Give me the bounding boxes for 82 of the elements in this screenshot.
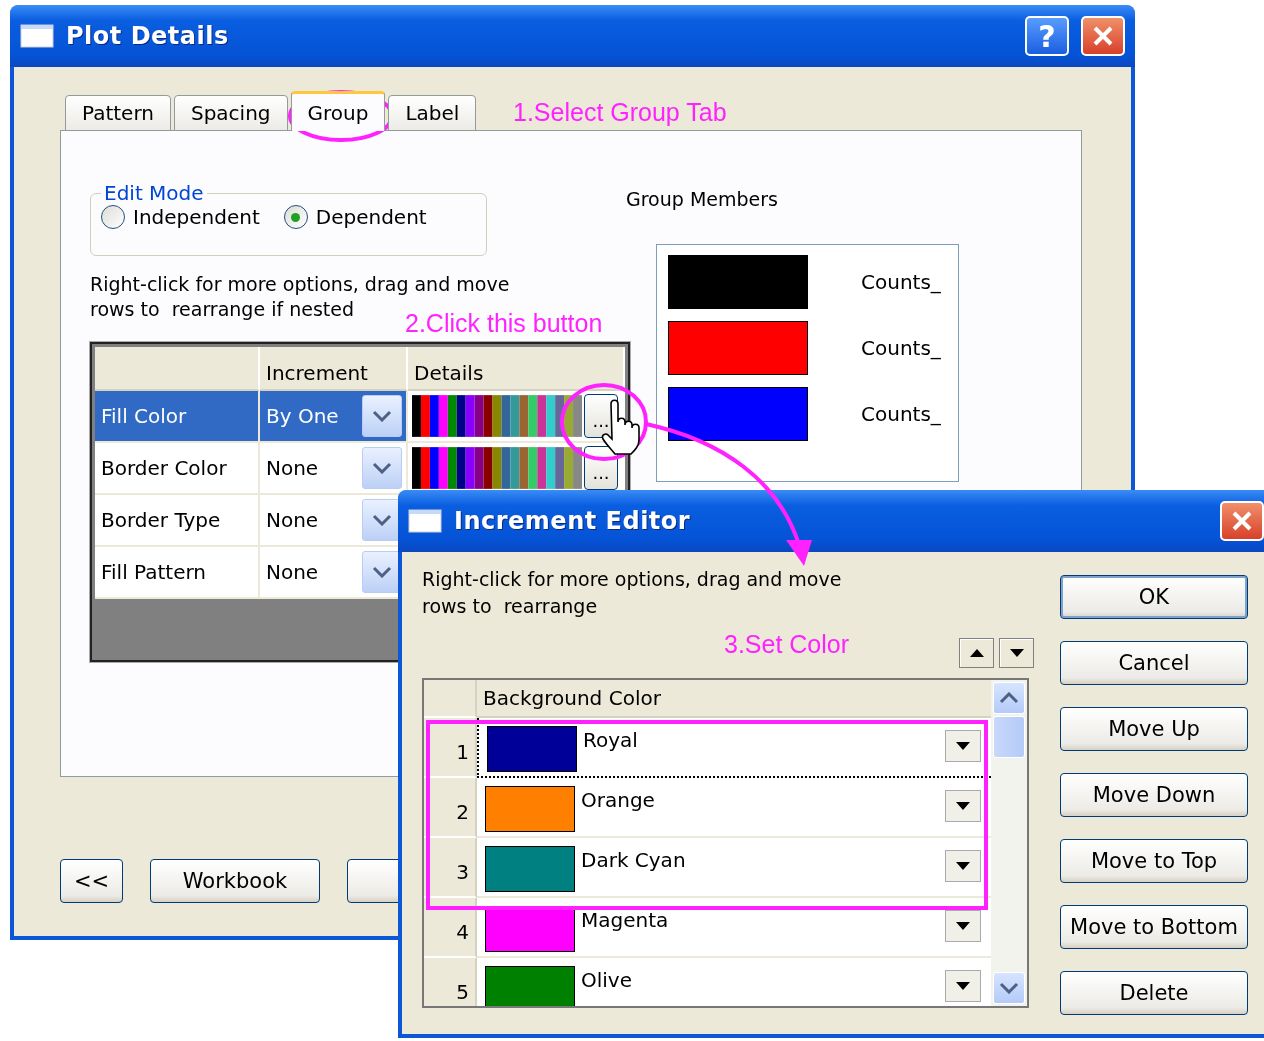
radio-option[interactable]: Dependent: [283, 205, 427, 229]
radio-option[interactable]: Independent: [101, 205, 260, 229]
tab[interactable]: Label: [388, 95, 477, 131]
color-name: Olive: [581, 967, 633, 992]
dialog-button[interactable]: Workbook: [150, 859, 320, 903]
dialog-button[interactable]: Move Up: [1060, 707, 1248, 751]
member-name: Counts_: [861, 336, 941, 360]
caret-down-icon: [956, 742, 970, 750]
increment-dropdown[interactable]: None: [260, 443, 408, 495]
hint-text: Right-click for more options, drag and move rows to rearrange: [422, 567, 842, 619]
window-icon: [408, 509, 442, 533]
group-members-label: Group Members: [626, 188, 779, 210]
dropdown-button[interactable]: [945, 910, 981, 942]
color-name: Royal: [583, 727, 639, 752]
column-header: Background Color: [477, 680, 991, 718]
increment-dropdown[interactable]: By One: [260, 391, 408, 443]
help-button[interactable]: ?: [1025, 16, 1069, 56]
chevron-down-icon: [372, 514, 392, 526]
member-name: Counts_: [861, 270, 941, 294]
scrollbar[interactable]: [991, 680, 1027, 1006]
scroll-thumb[interactable]: [993, 716, 1025, 758]
grid-row[interactable]: 2 Orange: [424, 778, 991, 838]
color-name: Orange: [581, 787, 656, 812]
chevron-down-icon: [999, 982, 1019, 994]
grid-row[interactable]: 3 Dark Cyan: [424, 838, 991, 898]
grid-row[interactable]: Fill Color By One ...: [95, 391, 625, 443]
move-down-button[interactable]: [999, 638, 1034, 668]
dropdown-button[interactable]: [945, 730, 981, 762]
window-icon: [20, 24, 54, 48]
dialog-button[interactable]: Move to Top: [1060, 839, 1248, 883]
annotation-text: 3.Set Color: [724, 630, 850, 659]
annotation-text: 1.Select Group Tab: [513, 98, 727, 127]
move-up-button[interactable]: [959, 638, 994, 668]
table-cell: Fill Pattern: [95, 547, 260, 599]
row-number: 3: [424, 838, 477, 898]
row-number: 2: [424, 778, 477, 838]
table-cell: Border Type: [95, 495, 260, 547]
dialog-button[interactable]: Cancel: [1060, 641, 1248, 685]
tab[interactable]: Spacing: [173, 95, 288, 131]
caret-down-icon: [956, 922, 970, 930]
color-name: Magenta: [581, 907, 670, 932]
dialog-button[interactable]: Delete: [1060, 971, 1248, 1015]
dialog-button[interactable]: <<: [60, 859, 123, 903]
close-icon: [1092, 25, 1114, 47]
member-name: Counts_: [861, 402, 941, 426]
chevron-down-icon: [372, 462, 392, 474]
chevron-down-icon: [372, 410, 392, 422]
dialog-button[interactable]: OK: [1060, 575, 1248, 619]
chevron-up-icon: [999, 692, 1019, 704]
grid-row[interactable]: Border Color None ...: [95, 443, 625, 495]
header-cell: [424, 680, 477, 718]
row-number: 4: [424, 898, 477, 958]
window-title: Plot Details: [66, 22, 229, 50]
column-header: Increment: [260, 347, 408, 391]
dropdown-button[interactable]: [945, 850, 981, 882]
window-title: Increment Editor: [454, 507, 691, 535]
dropdown-button[interactable]: [945, 790, 981, 822]
caret-down-icon: [956, 982, 970, 990]
dropdown-button[interactable]: [945, 970, 981, 1002]
grid-row[interactable]: 1 Royal: [424, 718, 991, 778]
caret-down-icon: [956, 862, 970, 870]
color-name: Dark Cyan: [581, 847, 687, 872]
close-icon: [1231, 510, 1253, 532]
grid-row[interactable]: 5 Olive: [424, 958, 991, 1006]
row-number: 5: [424, 958, 477, 1006]
close-button[interactable]: [1220, 501, 1264, 541]
chevron-down-icon: [372, 566, 392, 578]
caret-down-icon: [956, 802, 970, 810]
grid-row[interactable]: 4 Magenta: [424, 898, 991, 958]
table-cell: Border Color: [95, 443, 260, 495]
triangle-up-icon: [969, 649, 984, 657]
radio-label: Dependent: [315, 205, 427, 229]
dialog-button[interactable]: Move to Bottom: [1060, 905, 1248, 949]
radio-label: Independent: [133, 205, 260, 229]
tab[interactable]: Pattern: [65, 95, 171, 131]
group-label: Edit Mode: [103, 181, 205, 205]
column-header: Details: [408, 347, 625, 391]
table-cell: Fill Color: [95, 391, 260, 443]
tab[interactable]: Group: [290, 91, 386, 131]
triangle-down-icon: [1009, 649, 1024, 657]
close-button[interactable]: [1081, 16, 1125, 56]
dialog-button[interactable]: Move Down: [1060, 773, 1248, 817]
